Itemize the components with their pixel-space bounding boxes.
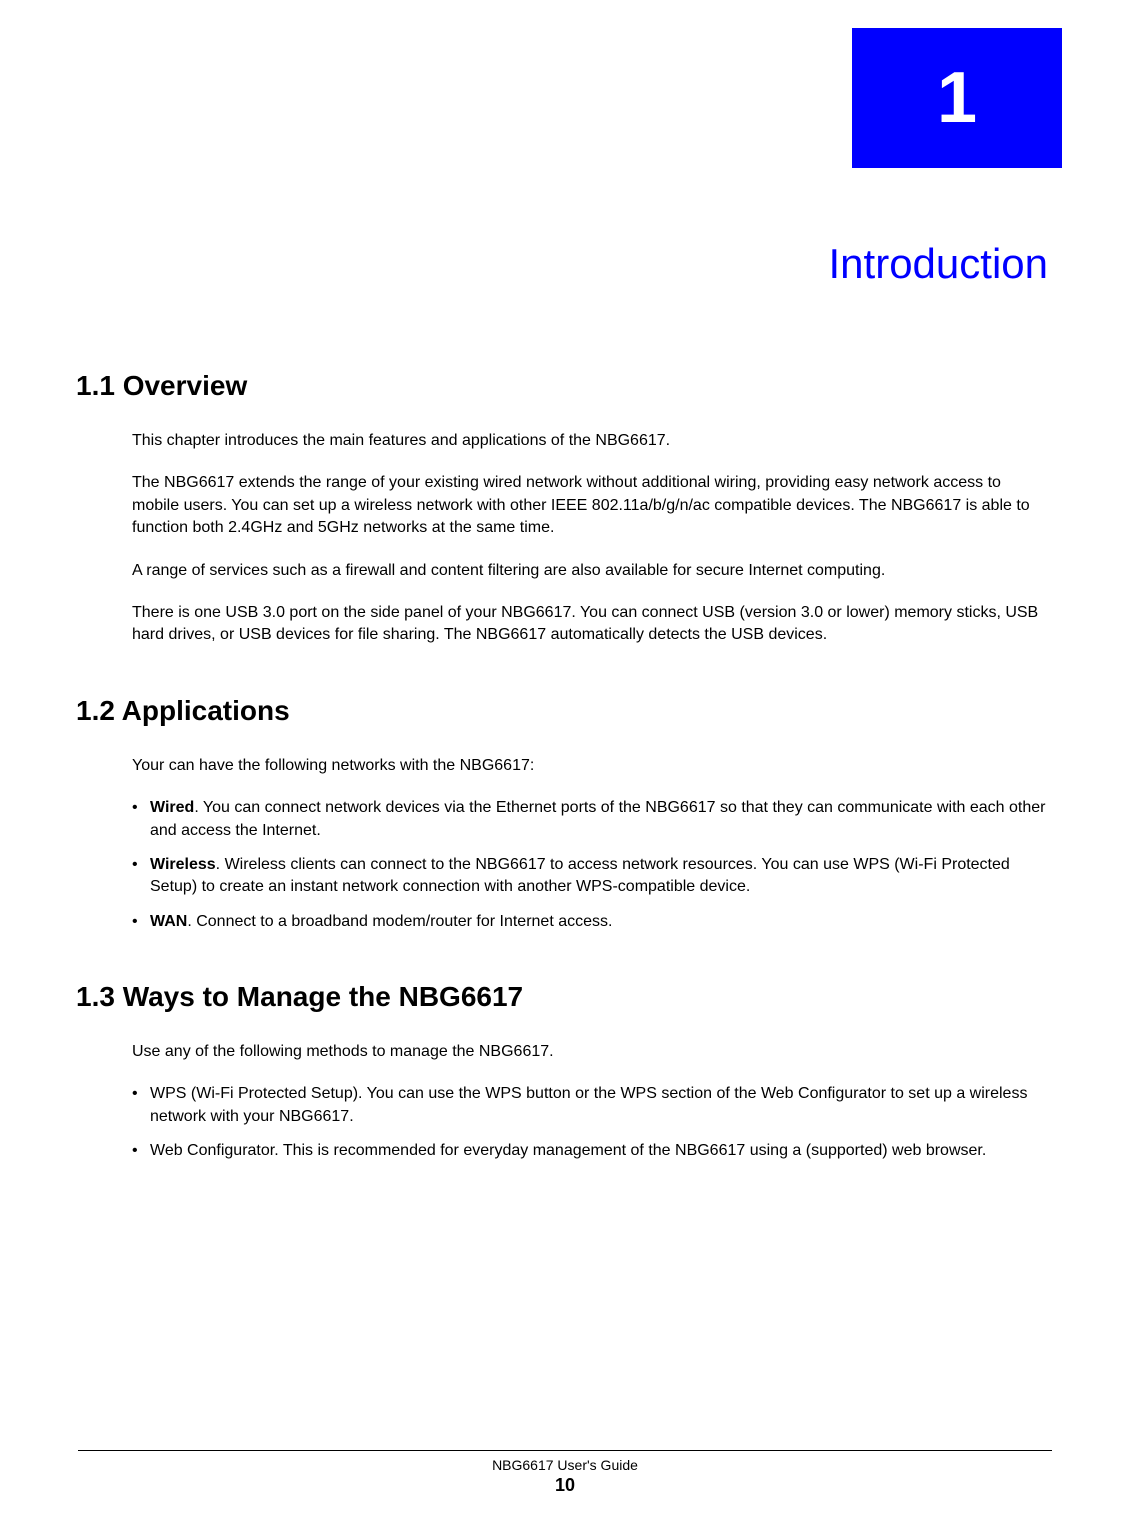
overview-paragraph-4: There is one USB 3.0 port on the side pa…	[132, 602, 1050, 647]
bullet-wired-text: . You can connect network devices via th…	[150, 799, 1045, 838]
page-footer: NBG6617 User's Guide 10	[0, 1450, 1130, 1496]
bullet-wireless: • Wireless. Wireless clients can connect…	[132, 854, 1050, 899]
bullet-wps-text: WPS (Wi-Fi Protected Setup). You can use…	[150, 1083, 1050, 1128]
chapter-number: 1	[937, 57, 977, 139]
section-heading-overview: 1.1 Overview	[76, 370, 1050, 402]
bullet-marker: •	[132, 1083, 150, 1128]
section-overview: 1.1 Overview This chapter introduces the…	[76, 370, 1050, 647]
bullet-wireless-content: Wireless. Wireless clients can connect t…	[150, 854, 1050, 899]
bullet-wan-content: WAN. Connect to a broadband modem/router…	[150, 911, 1050, 933]
bullet-wan-text: . Connect to a broadband modem/router fo…	[187, 913, 612, 930]
applications-paragraph-1: Your can have the following networks wit…	[132, 755, 1050, 777]
overview-paragraph-2: The NBG6617 extends the range of your ex…	[132, 472, 1050, 539]
bullet-marker: •	[132, 854, 150, 899]
chapter-number-box: 1	[852, 28, 1062, 168]
overview-paragraph-1: This chapter introduces the main feature…	[132, 430, 1050, 452]
manage-paragraph-1: Use any of the following methods to mana…	[132, 1041, 1050, 1063]
page-content: 1.1 Overview This chapter introduces the…	[76, 370, 1050, 1211]
bullet-marker: •	[132, 797, 150, 842]
bullet-marker: •	[132, 911, 150, 933]
manage-bullet-list: • WPS (Wi-Fi Protected Setup). You can u…	[132, 1083, 1050, 1162]
bullet-wps: • WPS (Wi-Fi Protected Setup). You can u…	[132, 1083, 1050, 1128]
bullet-wired: • Wired. You can connect network devices…	[132, 797, 1050, 842]
overview-paragraph-3: A range of services such as a firewall a…	[132, 560, 1050, 582]
bullet-wan-label: WAN	[150, 913, 187, 930]
section-applications: 1.2 Applications Your can have the follo…	[76, 695, 1050, 933]
bullet-wan: • WAN. Connect to a broadband modem/rout…	[132, 911, 1050, 933]
applications-bullet-list: • Wired. You can connect network devices…	[132, 797, 1050, 933]
bullet-wired-content: Wired. You can connect network devices v…	[150, 797, 1050, 842]
bullet-wireless-label: Wireless	[150, 856, 216, 873]
section-heading-manage: 1.3 Ways to Manage the NBG6617	[76, 981, 1050, 1013]
chapter-title: Introduction	[829, 240, 1048, 288]
footer-divider	[78, 1450, 1052, 1451]
page-number: 10	[0, 1475, 1130, 1496]
section-manage: 1.3 Ways to Manage the NBG6617 Use any o…	[76, 981, 1050, 1163]
section-heading-applications: 1.2 Applications	[76, 695, 1050, 727]
bullet-wired-label: Wired	[150, 799, 194, 816]
bullet-wireless-text: . Wireless clients can connect to the NB…	[150, 856, 1010, 895]
bullet-webconfig-text: Web Configurator. This is recommended fo…	[150, 1140, 1050, 1162]
footer-guide-name: NBG6617 User's Guide	[0, 1457, 1130, 1473]
bullet-webconfig: • Web Configurator. This is recommended …	[132, 1140, 1050, 1162]
bullet-marker: •	[132, 1140, 150, 1162]
